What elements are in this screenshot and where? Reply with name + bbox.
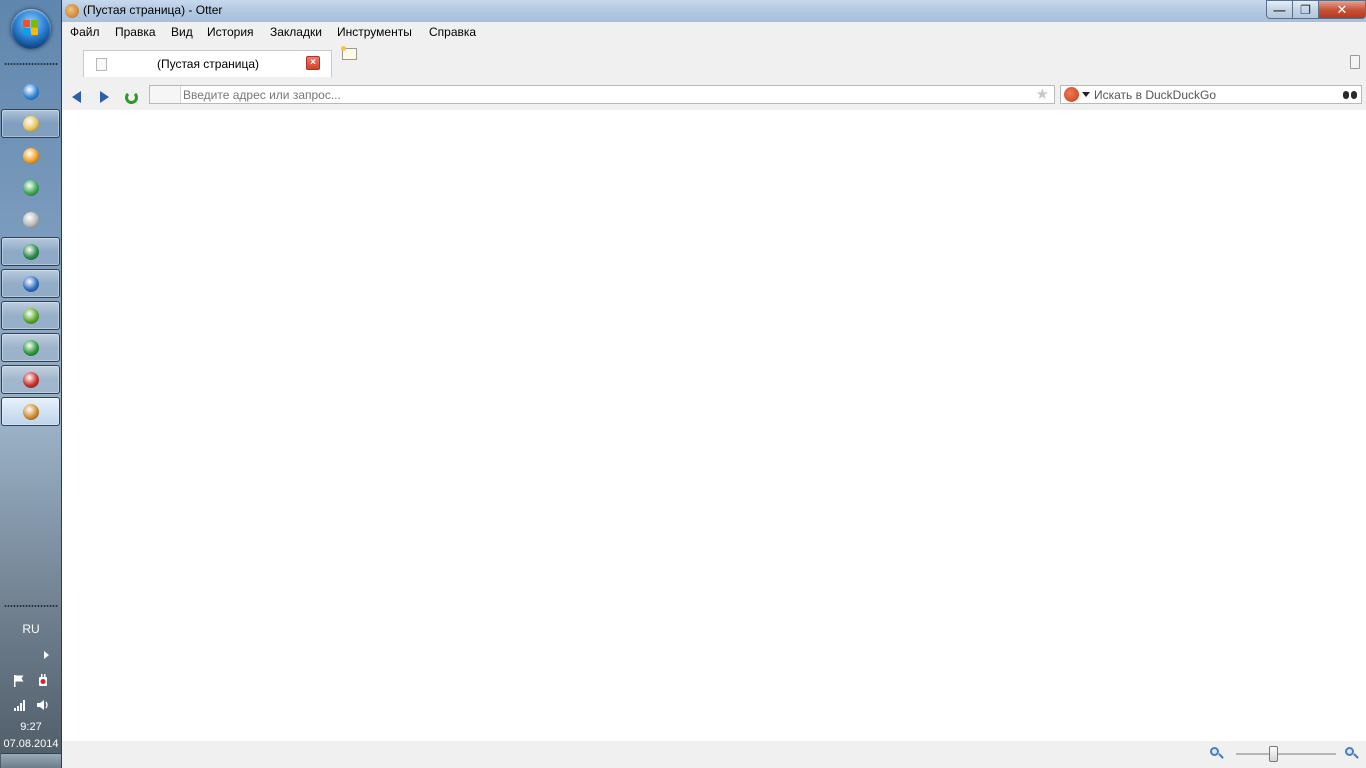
otter-browser-icon — [22, 403, 39, 420]
reload-icon — [124, 90, 138, 104]
close-window-button[interactable]: ✕ — [1319, 0, 1366, 19]
taskbar-button[interactable] — [1, 397, 60, 426]
pdf-reader-icon — [22, 371, 39, 388]
menu-file[interactable]: Файл — [70, 25, 100, 39]
start-button[interactable] — [11, 9, 51, 49]
status-bar — [62, 741, 1366, 768]
duckduckgo-icon[interactable] — [1064, 87, 1079, 102]
forward-button[interactable] — [94, 87, 114, 107]
menu-bar: Файл Правка Вид История Закладки Инструм… — [62, 22, 1366, 44]
page-content[interactable] — [62, 110, 1366, 741]
title-bar[interactable]: (Пустая страница) - Otter — ❐ ✕ — [62, 0, 1366, 22]
taskbar-button[interactable] — [1, 365, 60, 394]
taskbar: RU 9:27 07.08.2014 — [0, 0, 62, 768]
taskbar-grip[interactable] — [4, 62, 58, 66]
menu-edit[interactable]: Правка — [115, 25, 156, 39]
browser-window: (Пустая страница) - Otter — ❐ ✕ Файл Пра… — [62, 0, 1366, 768]
menu-bookmarks[interactable]: Закладки — [270, 25, 322, 39]
tab-title: (Пустая страница) — [156, 57, 260, 71]
globe-app-icon — [22, 275, 39, 292]
reload-button[interactable] — [121, 87, 141, 107]
zoom-slider-thumb[interactable] — [1269, 746, 1278, 762]
zoom-slider-track[interactable] — [1236, 753, 1336, 755]
taskbar-button[interactable] — [1, 173, 60, 202]
otter-app-icon[interactable] — [65, 4, 79, 18]
zoom-in-icon[interactable] — [1345, 747, 1359, 761]
close-icon: ✕ — [1336, 2, 1348, 17]
taskbar-button[interactable] — [1, 333, 60, 362]
binoculars-search-icon[interactable] — [1343, 88, 1358, 100]
action-center-flag-icon[interactable] — [13, 674, 27, 688]
file-explorer-icon — [22, 115, 39, 132]
restore-button[interactable]: ❐ — [1293, 0, 1319, 19]
network-signal-icon[interactable] — [13, 698, 27, 712]
taskbar-button[interactable] — [1, 301, 60, 330]
taskbar-button[interactable] — [1, 109, 60, 138]
media-player-icon — [22, 147, 39, 164]
minimize-button[interactable]: — — [1266, 0, 1293, 19]
chrome-icon — [22, 179, 39, 196]
taskbar-button[interactable] — [1, 141, 60, 170]
bookmark-star-icon[interactable]: ★ — [1036, 86, 1049, 103]
power-icon[interactable] — [36, 674, 50, 688]
taskbar-button[interactable] — [1, 205, 60, 234]
search-input[interactable] — [1094, 86, 1334, 103]
close-tab-icon[interactable]: × — [306, 56, 320, 70]
closed-tabs-trash-icon[interactable] — [1350, 55, 1360, 69]
tab-bar: (Пустая страница) × — [62, 43, 1366, 84]
back-button[interactable] — [66, 87, 86, 107]
minimize-icon: — — [1273, 2, 1286, 17]
volume-icon[interactable] — [36, 698, 50, 712]
clock-time[interactable]: 9:27 — [0, 719, 62, 735]
taskbar-button[interactable] — [1, 77, 60, 106]
address-bar: ★ — [149, 85, 1055, 104]
new-tab-icon[interactable] — [341, 46, 357, 60]
zoom-out-icon[interactable] — [1210, 747, 1224, 761]
search-engine-dropdown-icon[interactable] — [1082, 92, 1090, 97]
taskbar-button[interactable] — [1, 237, 60, 266]
menu-history[interactable]: История — [207, 25, 254, 39]
windows-logo-icon — [23, 20, 39, 36]
tab-blank-page[interactable]: (Пустая страница) × — [83, 50, 332, 77]
taskbar-grip[interactable] — [4, 604, 58, 608]
site-info-icon[interactable] — [150, 86, 181, 103]
window-title: (Пустая страница) - Otter — [83, 3, 223, 17]
search-app-icon — [22, 339, 39, 356]
show-hidden-icons-icon[interactable] — [44, 651, 49, 659]
network-monitor-icon — [22, 243, 39, 260]
language-indicator[interactable]: RU — [0, 622, 62, 636]
navigation-toolbar: ★ — [62, 84, 1366, 110]
utorrent-icon — [22, 307, 39, 324]
menu-help[interactable]: Справка — [429, 25, 476, 39]
clock-date[interactable]: 07.08.2014 — [0, 736, 62, 752]
satellite-icon — [22, 211, 39, 228]
internet-explorer-icon — [22, 83, 39, 100]
forward-arrow-icon — [99, 91, 109, 103]
address-input[interactable] — [181, 86, 1035, 103]
search-bar — [1060, 85, 1362, 104]
show-desktop-button[interactable] — [1, 753, 61, 768]
restore-icon: ❐ — [1300, 2, 1311, 17]
back-arrow-icon — [71, 91, 81, 103]
taskbar-button[interactable] — [1, 269, 60, 298]
menu-view[interactable]: Вид — [171, 25, 193, 39]
menu-tools[interactable]: Инструменты — [337, 25, 412, 39]
